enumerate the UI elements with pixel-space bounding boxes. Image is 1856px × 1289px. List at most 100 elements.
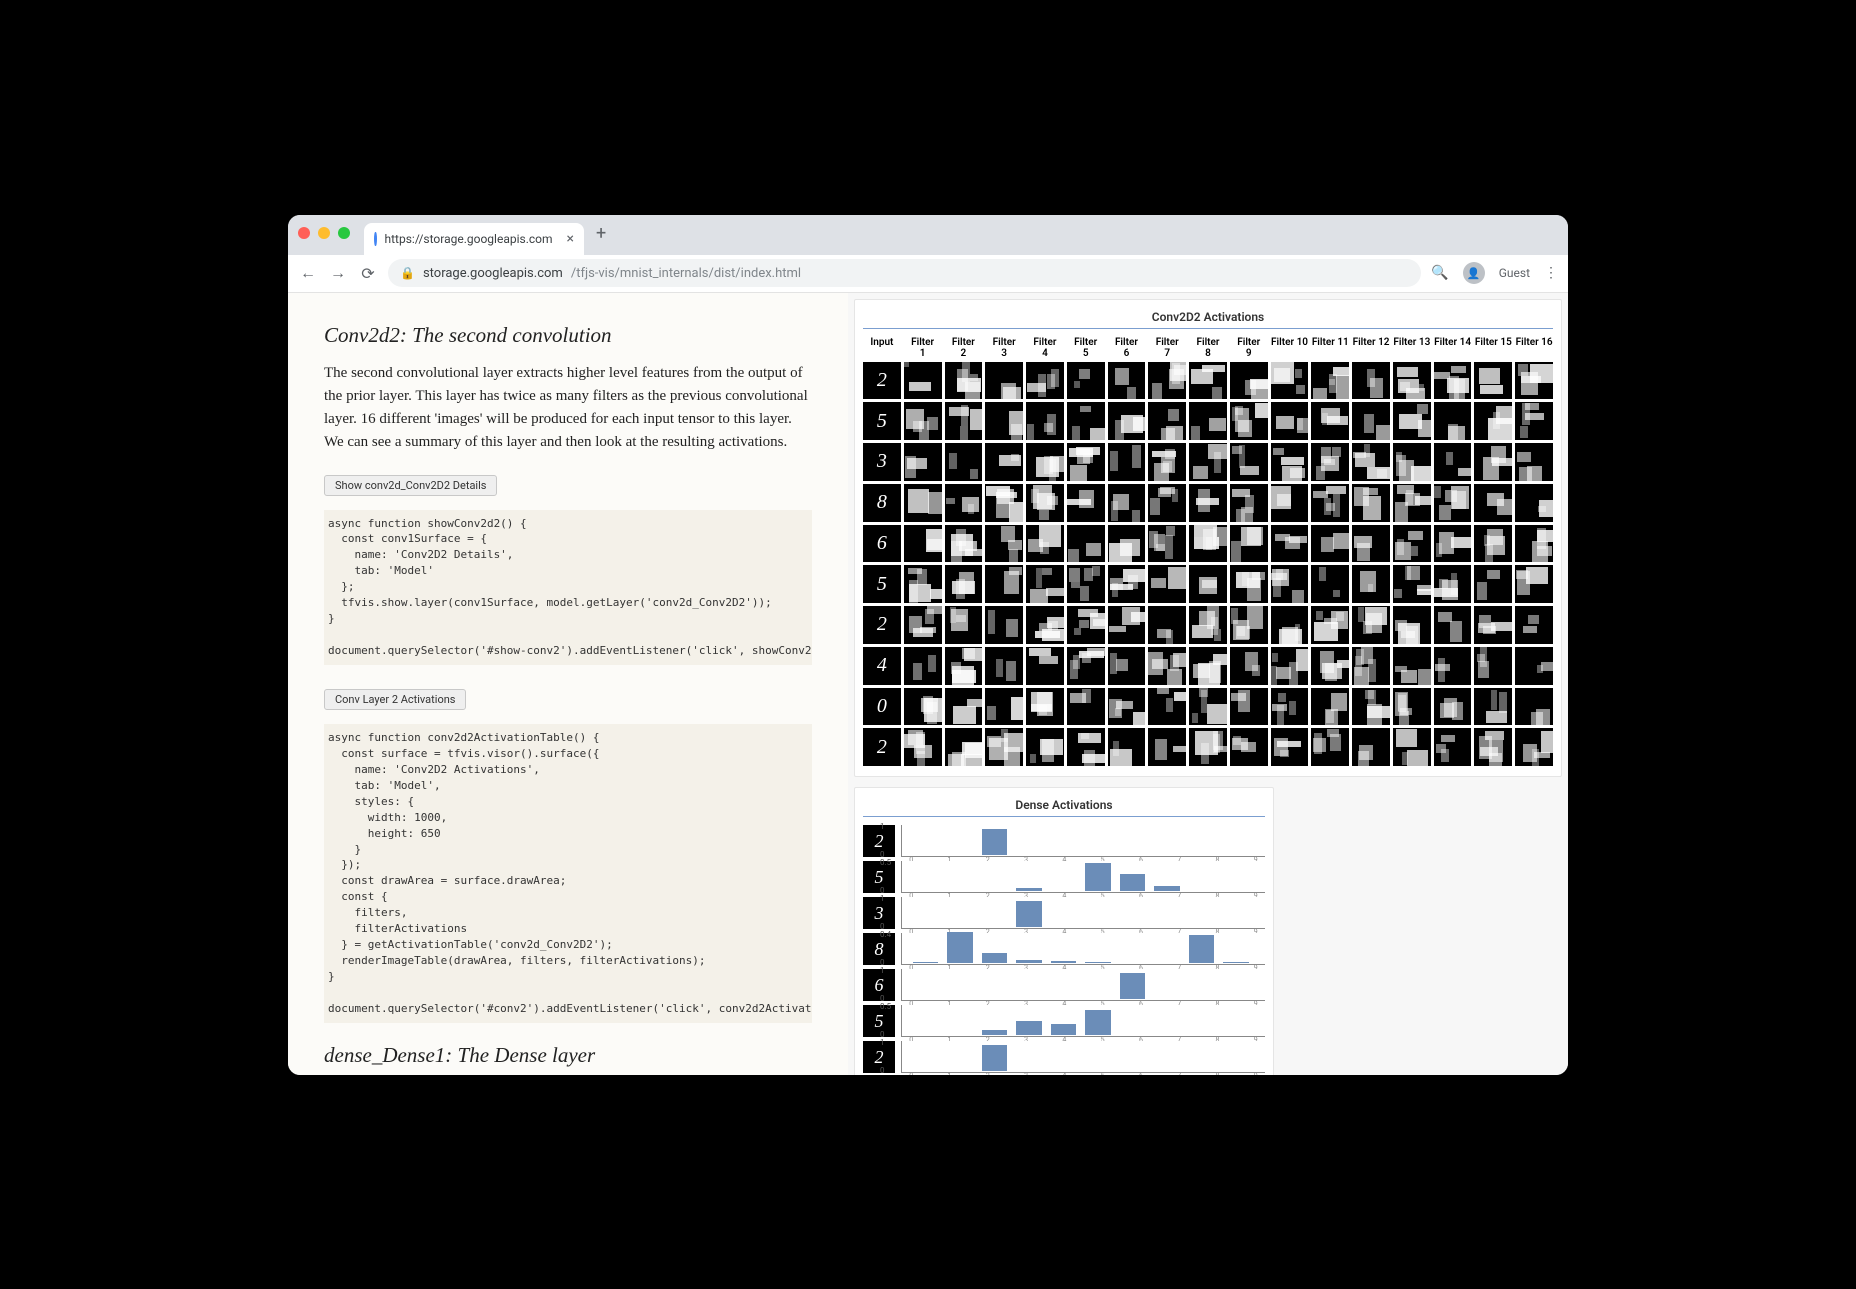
dense-input-digit: 3: [863, 897, 895, 929]
conv-activation-cell: [985, 402, 1023, 440]
conv-activation-cell: [1474, 565, 1512, 603]
conv-column-header: Filter9: [1230, 337, 1268, 359]
conv-activation-cell: [985, 484, 1023, 522]
dense-bar-chart: 0.500123456789: [901, 1005, 1265, 1037]
conv-activation-cell: [1026, 525, 1064, 563]
conv-input-digit: 4: [863, 647, 901, 685]
conv-activation-cell: [1230, 362, 1268, 400]
reload-button[interactable]: ⟳: [358, 264, 378, 283]
conv-layer-2-activations-button[interactable]: Conv Layer 2 Activations: [324, 689, 466, 710]
favicon-icon: [374, 232, 377, 246]
conv-activation-cell: [1067, 565, 1105, 603]
conv-activation-cell: [1108, 647, 1146, 685]
dense-bar: [1051, 1024, 1076, 1035]
conv-activation-cell: [945, 565, 983, 603]
close-window-icon[interactable]: [298, 227, 310, 239]
conv-activation-cell: [1434, 525, 1472, 563]
conv-activation-cell: [1352, 606, 1390, 644]
conv-activation-cell: [945, 606, 983, 644]
conv-activation-cell: [1148, 484, 1186, 522]
conv-activation-cell: [1434, 728, 1472, 766]
conv-activation-cell: [1189, 606, 1227, 644]
visor-pane[interactable]: Conv2D2 Activations InputFilter1Filter2F…: [848, 293, 1568, 1075]
conv-column-header: Filter 15: [1474, 337, 1512, 359]
conv-column-header: Filter 10: [1271, 337, 1309, 359]
conv-activation-cell: [904, 402, 942, 440]
back-button[interactable]: ←: [298, 263, 318, 283]
new-tab-button[interactable]: +: [584, 223, 618, 244]
conv-activation-cell: [1352, 362, 1390, 400]
conv-activation-cell: [1434, 606, 1472, 644]
article-pane[interactable]: Conv2d2: The second convolution The seco…: [288, 293, 848, 1075]
conv-activation-cell: [904, 688, 942, 726]
conv-activation-cell: [1393, 565, 1431, 603]
conv-activation-cell: [945, 443, 983, 481]
conv-activation-cell: [1026, 606, 1064, 644]
conv-activation-cell: [1108, 402, 1146, 440]
profile-avatar[interactable]: 👤: [1463, 262, 1485, 284]
dense-bar-chart: 100123456789: [901, 825, 1265, 857]
conv-activation-cell: [1026, 565, 1064, 603]
conv-activation-cell: [1474, 688, 1512, 726]
conv-input-digit: 0: [863, 688, 901, 726]
minimize-window-icon[interactable]: [318, 227, 330, 239]
conv-activation-cell: [1148, 728, 1186, 766]
conv-activation-cell: [1352, 647, 1390, 685]
conv-activation-cell: [1026, 362, 1064, 400]
dense-bar: [982, 1045, 1007, 1072]
conv-activation-cell: [1026, 443, 1064, 481]
y-tick-label: 0.5: [880, 1002, 891, 1011]
conv-activation-cell: [1474, 443, 1512, 481]
conv-activation-cell: [1189, 362, 1227, 400]
conv-activation-cell: [1271, 362, 1309, 400]
y-tick-label: 0.5: [880, 858, 891, 867]
conv-activation-cell: [1189, 402, 1227, 440]
tab-close-icon[interactable]: ×: [567, 231, 574, 247]
conv-activation-cell: [945, 728, 983, 766]
conv-activation-cell: [1067, 647, 1105, 685]
conv-activation-cell: [1108, 606, 1146, 644]
browser-tab[interactable]: https://storage.googleapis.com ×: [364, 223, 584, 255]
tab-title: https://storage.googleapis.com: [385, 232, 553, 246]
conv-activation-cell: [1311, 647, 1349, 685]
conv-activation-cell: [904, 362, 942, 400]
conv-activation-cell: [1393, 443, 1431, 481]
y-tick-label: 1: [880, 1038, 885, 1047]
conv-activation-cell: [985, 688, 1023, 726]
dense-input-digit: 2: [863, 825, 895, 857]
conv-column-header: Filter 12: [1352, 337, 1390, 359]
show-conv2d2-details-button[interactable]: Show conv2d_Conv2D2 Details: [324, 475, 497, 496]
menu-icon[interactable]: ⋮: [1544, 265, 1558, 281]
conv-activation-cell: [1434, 565, 1472, 603]
conv-column-header: Filter3: [985, 337, 1023, 359]
forward-button[interactable]: →: [328, 263, 348, 283]
conv-activation-cell: [1148, 443, 1186, 481]
section-heading-conv2d2: Conv2d2: The second convolution: [324, 323, 812, 348]
conv-activation-cell: [1474, 402, 1512, 440]
conv-column-header: Filter5: [1067, 337, 1105, 359]
profile-label: Guest: [1499, 266, 1530, 280]
conv-activation-cell: [904, 606, 942, 644]
conv-column-header: Input: [863, 337, 901, 359]
dense-bar: [1085, 1010, 1110, 1035]
url-path: /tfjs-vis/mnist_internals/dist/index.htm…: [571, 266, 801, 281]
maximize-window-icon[interactable]: [338, 227, 350, 239]
conv-input-digit: 5: [863, 565, 901, 603]
search-icon[interactable]: 🔍: [1431, 265, 1448, 281]
dense-bar: [1154, 886, 1179, 892]
conv-activation-cell: [1434, 647, 1472, 685]
dense-row: 3100123456789: [863, 897, 1265, 929]
dense-bar: [1016, 960, 1041, 963]
conv-activation-cell: [1230, 606, 1268, 644]
dense-bar-chart: 100123456789: [901, 1041, 1265, 1073]
dense-bar: [1016, 901, 1041, 928]
x-axis-labels: 0123456789: [902, 1072, 1265, 1074]
conv-activation-cell: [1230, 525, 1268, 563]
conv-column-header: Filter7: [1148, 337, 1186, 359]
conv-activation-cell: [1434, 362, 1472, 400]
conv-input-digit: 2: [863, 606, 901, 644]
conv-activation-cell: [1026, 484, 1064, 522]
conv-input-digit: 2: [863, 728, 901, 766]
address-bar[interactable]: 🔒 storage.googleapis.com/tfjs-vis/mnist_…: [388, 259, 1421, 287]
conv-activation-cell: [1271, 443, 1309, 481]
